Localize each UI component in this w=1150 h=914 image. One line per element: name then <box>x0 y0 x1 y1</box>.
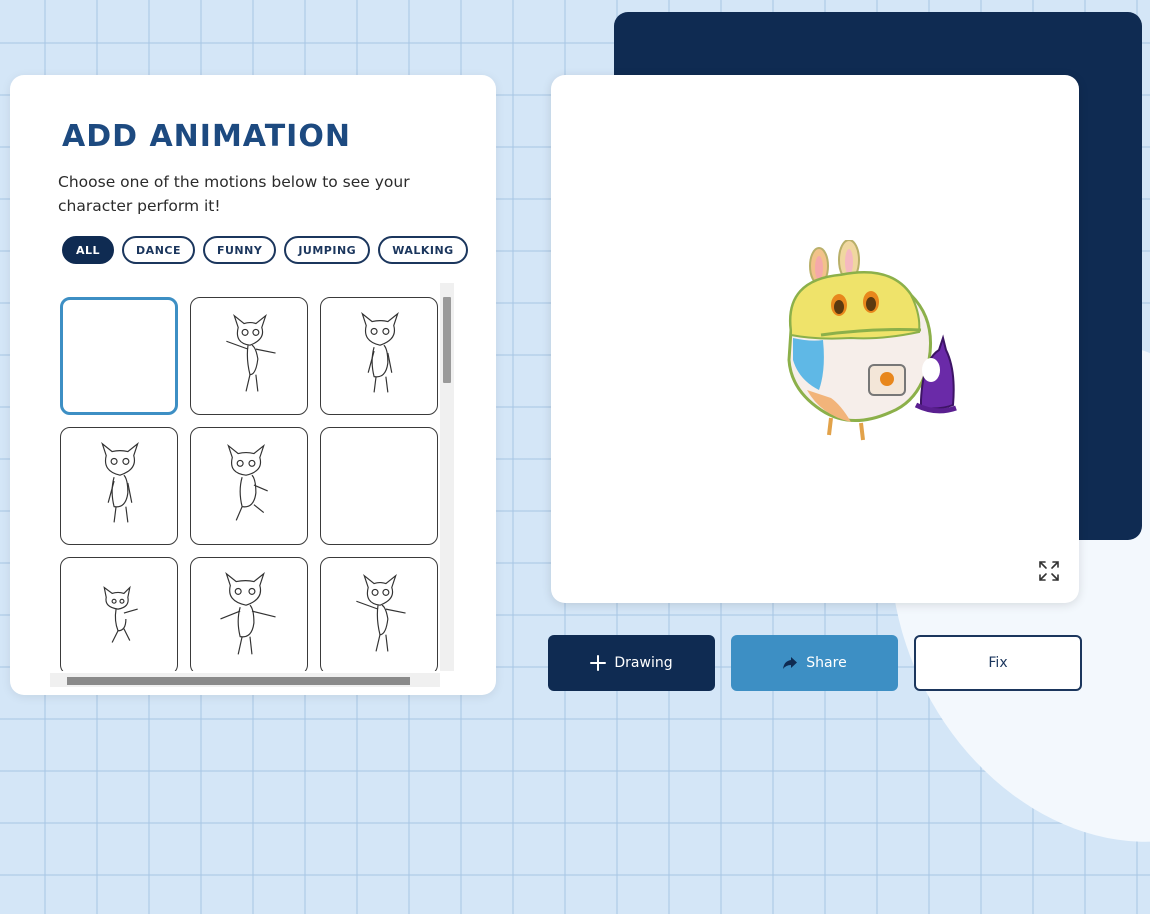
motion-grid-horizontal-scrollbar[interactable] <box>50 673 440 687</box>
motion-tile[interactable] <box>190 427 308 545</box>
motion-filter-bar: ALL DANCE FUNNY JUMPING WALKING <box>62 236 468 264</box>
motion-tile[interactable] <box>320 557 438 671</box>
filter-funny[interactable]: FUNNY <box>202 236 277 264</box>
motion-tile[interactable] <box>320 427 438 545</box>
share-arrow-icon <box>783 657 798 669</box>
horizontal-scroll-thumb[interactable] <box>67 677 410 685</box>
character-drawing <box>787 240 957 441</box>
motion-figure <box>226 313 276 392</box>
new-drawing-button[interactable]: Drawing <box>548 635 715 691</box>
plus-icon <box>590 655 607 671</box>
motion-tile[interactable] <box>190 557 308 671</box>
animation-preview <box>551 75 1079 603</box>
motion-tile[interactable] <box>190 297 308 415</box>
motion-figure <box>356 573 406 652</box>
motion-figure <box>227 443 268 521</box>
filter-dance[interactable]: DANCE <box>122 236 195 264</box>
motion-tile[interactable] <box>60 297 178 415</box>
motion-grid-vertical-scrollbar[interactable] <box>440 283 454 671</box>
filter-jumping[interactable]: JUMPING <box>284 236 371 264</box>
motion-grid <box>60 297 440 671</box>
fix-button-label: Fix <box>988 655 1008 671</box>
share-button[interactable]: Share <box>731 635 898 691</box>
motion-figure <box>220 572 276 655</box>
filter-walking[interactable]: WALKING <box>378 236 468 264</box>
expand-icon[interactable] <box>1037 559 1061 583</box>
motion-tile[interactable] <box>60 427 178 545</box>
motion-tile[interactable] <box>320 297 438 415</box>
add-animation-panel: ADD ANIMATION Choose one of the motions … <box>10 75 496 695</box>
drawing-button-label: Drawing <box>614 655 673 671</box>
panel-description: Choose one of the motions below to see y… <box>58 173 410 215</box>
share-button-label: Share <box>806 655 847 671</box>
fix-button[interactable]: Fix <box>914 635 1082 691</box>
motion-figure <box>361 312 399 393</box>
vertical-scroll-thumb[interactable] <box>443 297 451 383</box>
motion-tile[interactable] <box>60 557 178 671</box>
motion-figure <box>101 442 139 523</box>
panel-title: ADD ANIMATION <box>62 119 351 154</box>
filter-all[interactable]: ALL <box>62 236 115 264</box>
motion-figure <box>103 585 138 643</box>
